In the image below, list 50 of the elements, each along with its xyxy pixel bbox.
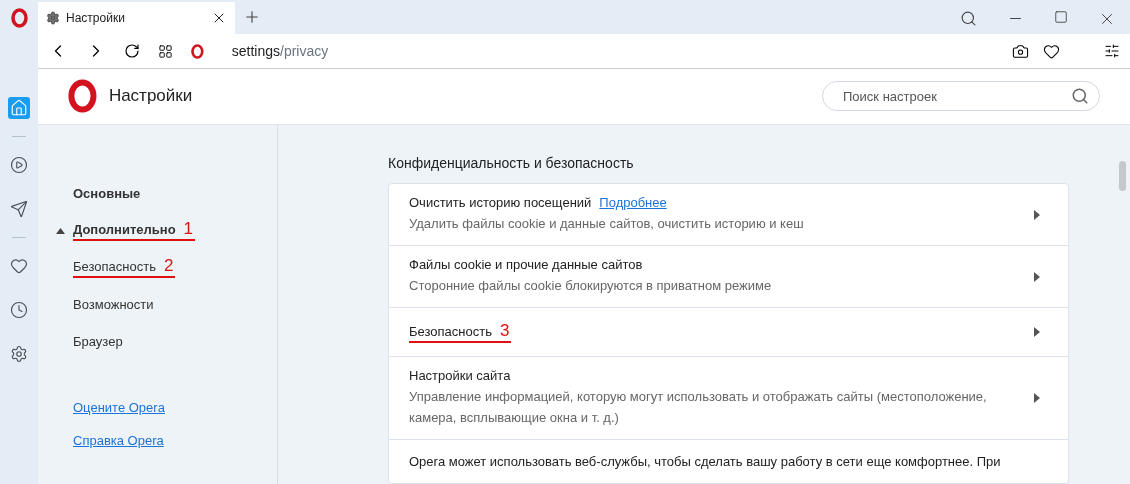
reload-icon[interactable] [124, 43, 140, 60]
annotated-label: Безопасность [73, 259, 156, 274]
address-field[interactable]: settings/privacy [231, 43, 329, 60]
tab-title: Настройки [66, 11, 126, 26]
row-title: Настройки сайта [409, 368, 511, 383]
gear-icon [46, 11, 60, 26]
settings-row[interactable]: Файлы cookie и прочие данные сайтов Сторонние файлы cookie блокируются в приватном режиме [389, 246, 1068, 308]
home-icon[interactable] [8, 97, 30, 119]
opera-logo [10, 8, 28, 28]
note-text: Opera может использовать веб-службы, чтобы сделать вашу работу в сети еще комфортнее. При [408, 453, 1002, 471]
chevron-icon [1034, 327, 1040, 337]
page-title: Настройки [108, 86, 193, 107]
chevron-icon [1034, 393, 1040, 403]
history-icon[interactable] [8, 299, 30, 321]
annotation-number: 3 [499, 321, 510, 339]
scrollbar[interactable] [1119, 161, 1126, 191]
annotation-number: 2 [163, 257, 174, 274]
help-link[interactable]: Оцените Opera [73, 400, 165, 415]
row-title: Файлы cookie и прочие данные сайтов [409, 257, 643, 272]
row-subtitle: Сторонние файлы cookie блокируются в приватном режиме [409, 277, 773, 295]
browser-tab[interactable]: Настройки [38, 2, 235, 35]
heart-icon[interactable] [1043, 42, 1060, 60]
nav-label: Браузер [73, 334, 123, 349]
annotated-label: Дополнительно [73, 222, 176, 237]
nav-label: Основные [73, 186, 141, 201]
search-icon[interactable] [960, 10, 977, 27]
send-icon[interactable] [8, 198, 30, 220]
more-link[interactable]: Подробнее [599, 195, 667, 210]
opera-logo [68, 79, 97, 114]
chevron-icon [1034, 271, 1040, 282]
settings-row[interactable]: Безопасность 3 [389, 308, 1068, 357]
grid-icon[interactable] [158, 43, 173, 59]
row-subtitle: Удалить файлы cookie и данные сайтов, очистить историю и кеш [409, 215, 805, 233]
maximize-icon[interactable] [1054, 10, 1068, 24]
settings-row[interactable]: Очистить историю посещений Подробнее Удалить файлы cookie и данные сайтов, очистить историю и кеш [389, 184, 1068, 246]
player-icon[interactable] [8, 154, 30, 176]
annotation-number: 1 [183, 220, 194, 237]
camera-icon[interactable] [1012, 42, 1029, 60]
opera-logo [191, 43, 204, 59]
section-title: Конфиденциальность и безопасность [388, 155, 635, 171]
chevron-icon [1034, 209, 1040, 220]
help-link[interactable]: Справка Opera [73, 433, 164, 448]
row-subtitle: Управление информацией, которую могут использовать и отображать сайты (местоположение, камера, всплывающие окна и т. д.) [409, 388, 988, 427]
caret-icon[interactable] [56, 227, 65, 234]
menu-icon[interactable] [1104, 43, 1120, 60]
nav-label: Возможности [73, 297, 154, 312]
row-title: Очистить историю посещений [409, 195, 592, 210]
annotated-label: Безопасность [409, 323, 492, 339]
search-icon[interactable] [1071, 87, 1089, 106]
settings-row[interactable]: Настройки сайта Управление информацией, которую могут использовать и отображать сайты (местоположение, камера, всплывающие окна и т. д.) [389, 357, 1068, 440]
